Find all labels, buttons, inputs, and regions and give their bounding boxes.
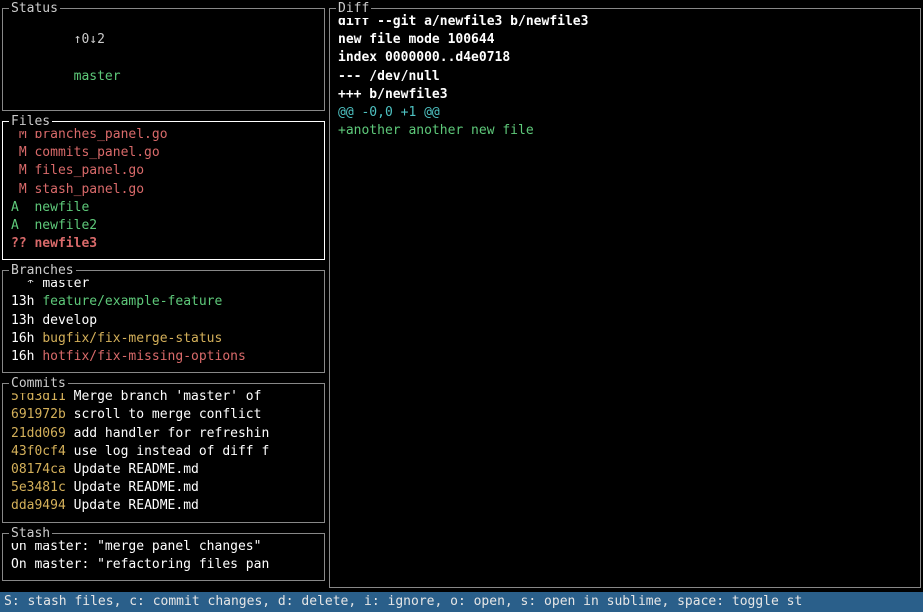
branches-panel[interactable]: Branches * master13h feature/example-fea… — [2, 270, 325, 373]
branch-row[interactable]: 13h feature/example-feature — [11, 293, 316, 311]
commit-sha: 43f0cf4 — [11, 444, 66, 459]
commit-sha: dda9494 — [11, 498, 66, 513]
commit-message: Update README.md — [74, 462, 199, 477]
branch-name: feature/example-feature — [42, 294, 222, 309]
commits-title: Commits — [9, 375, 68, 393]
diff-line: --- /dev/null — [338, 68, 912, 86]
commit-message: Merge branch 'master' of — [74, 389, 270, 404]
file-row[interactable]: A newfile — [11, 199, 316, 217]
file-name: newfile2 — [34, 218, 97, 233]
commits-panel[interactable]: Commits 5fd3d11 Merge branch 'master' of… — [2, 383, 325, 522]
stash-title: Stash — [9, 525, 52, 543]
branch-age: 13h — [11, 313, 34, 328]
commit-message: add handler for refreshin — [74, 426, 270, 441]
stash-row[interactable]: On master: "merge panel changes" — [11, 538, 316, 556]
file-status: M — [11, 163, 27, 178]
file-name: newfile — [34, 200, 89, 215]
file-row[interactable]: M branches_panel.go — [11, 126, 316, 144]
diff-line: diff --git a/newfile3 b/newfile3 — [338, 13, 912, 31]
commit-row[interactable]: 21dd069 add handler for refreshin — [11, 425, 316, 443]
commit-sha: 21dd069 — [11, 426, 66, 441]
files-panel[interactable]: Files M branches_panel.go M commits_pane… — [2, 121, 325, 260]
commit-row[interactable]: 5e3481c Update README.md — [11, 479, 316, 497]
status-panel[interactable]: Status ↑0↓2 master — [2, 8, 325, 111]
diff-title: Diff — [336, 0, 371, 18]
branch-age: 16h — [11, 331, 34, 346]
status-title: Status — [9, 0, 60, 18]
file-status: M — [11, 145, 27, 160]
diff-line: +another another new file — [338, 122, 912, 140]
stash-row[interactable]: On master: "refactoring files pan — [11, 556, 316, 574]
file-status: A — [11, 200, 27, 215]
branch-name: hotfix/fix-missing-options — [42, 349, 246, 364]
file-name: branches_panel.go — [34, 127, 167, 142]
status-row: ↑0↓2 master — [11, 13, 316, 104]
file-status: ?? — [11, 236, 27, 251]
file-name: stash_panel.go — [34, 182, 144, 197]
branches-title: Branches — [9, 262, 76, 280]
file-name: newfile3 — [34, 236, 97, 251]
file-status: M — [11, 182, 27, 197]
file-row[interactable]: M commits_panel.go — [11, 144, 316, 162]
branch-row[interactable]: 16h bugfix/fix-merge-status — [11, 330, 316, 348]
file-row[interactable]: A newfile2 — [11, 217, 316, 235]
commit-message: Update README.md — [74, 498, 199, 513]
diff-panel[interactable]: Diff diff --git a/newfile3 b/newfile3new… — [329, 8, 921, 588]
commit-message: use log instead of diff f — [74, 444, 270, 459]
diff-line: @@ -0,0 +1 @@ — [338, 104, 912, 122]
commit-row[interactable]: 08174ca Update README.md — [11, 461, 316, 479]
commit-row[interactable]: 691972b scroll to merge conflict — [11, 406, 316, 424]
file-name: files_panel.go — [34, 163, 144, 178]
stash-panel[interactable]: Stash On master: "merge panel changes"On… — [2, 533, 325, 581]
branch-name: develop — [42, 313, 97, 328]
diff-line: index 0000000..d4e0718 — [338, 49, 912, 67]
file-row[interactable]: M stash_panel.go — [11, 181, 316, 199]
commit-message: Update README.md — [74, 480, 199, 495]
diff-line: new file mode 100644 — [338, 31, 912, 49]
file-row[interactable]: M files_panel.go — [11, 162, 316, 180]
commit-sha: 691972b — [11, 407, 66, 422]
branch-row[interactable]: 13h develop — [11, 312, 316, 330]
status-behind-ahead: ↑0↓2 — [74, 32, 105, 47]
keybindings-footer: S: stash files, c: commit changes, d: de… — [0, 592, 923, 612]
commit-sha: 5e3481c — [11, 480, 66, 495]
file-row[interactable]: ?? newfile3 — [11, 235, 316, 253]
branch-age: 16h — [11, 349, 34, 364]
files-title: Files — [9, 113, 52, 131]
file-name: commits_panel.go — [34, 145, 159, 160]
status-branch: master — [74, 69, 121, 84]
file-status: A — [11, 218, 27, 233]
commit-row[interactable]: dda9494 Update README.md — [11, 497, 316, 515]
branch-age: 13h — [11, 294, 34, 309]
branch-name: bugfix/fix-merge-status — [42, 331, 222, 346]
diff-line: +++ b/newfile3 — [338, 86, 912, 104]
commit-sha: 08174ca — [11, 462, 66, 477]
branch-row[interactable]: 16h hotfix/fix-missing-options — [11, 348, 316, 366]
commit-row[interactable]: 43f0cf4 use log instead of diff f — [11, 443, 316, 461]
commit-message: scroll to merge conflict — [74, 407, 262, 422]
